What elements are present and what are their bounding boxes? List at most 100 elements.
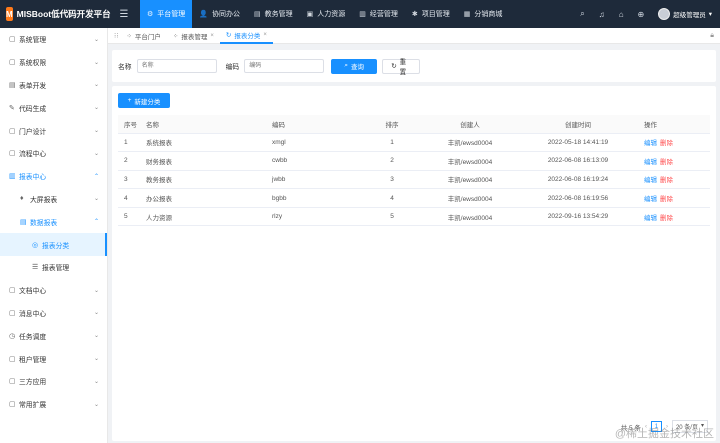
brand[interactable]: M MISBoot低代码开发平台 bbox=[0, 0, 111, 28]
top-nav-item[interactable]: ▦ 分销商城 bbox=[457, 0, 510, 28]
sidebar-item-label: 租户管理 bbox=[19, 356, 47, 364]
tab[interactable]: ⁘ 平台门户 bbox=[120, 28, 166, 44]
reset-label: 重置 bbox=[399, 59, 407, 76]
sidebar-item[interactable]: ✎ 代码生成 ⌄ bbox=[0, 96, 107, 119]
globe-icon[interactable]: ⊕ bbox=[638, 10, 645, 19]
top-nav-item[interactable]: ✱ 项目管理 bbox=[405, 0, 457, 28]
sidebar-item[interactable]: ▢ 常用扩展 ⌄ bbox=[0, 393, 107, 416]
cell-created-time: 2022-06-08 16:19:56 bbox=[518, 188, 638, 208]
sidebar-item-label: 报表中心 bbox=[19, 174, 47, 182]
sidebar-icon: ▤ bbox=[20, 218, 27, 226]
name-input[interactable] bbox=[136, 59, 217, 73]
sidebar: ▢ 系统管理 ⌄ ▢ 系统权限 ⌄ ▤ 表单开发 ⌄ ✎ 代码生成 ⌄ ▢ 门户设计 ⌄ ▢ 流程中心 ⌄ ▥ 报表中… bbox=[0, 28, 108, 443]
cell-actions: 编辑 删除 bbox=[638, 188, 710, 208]
nav-icon: ⚙ bbox=[147, 11, 154, 18]
sidebar-item-label: 三方应用 bbox=[19, 379, 47, 387]
cell-creator: 丰凯/ewsd0004 bbox=[422, 207, 518, 227]
top-nav-label: 经营管理 bbox=[369, 11, 398, 18]
new-category-button[interactable]: + 新建分类 bbox=[118, 93, 170, 108]
sidebar-icon: ◷ bbox=[9, 332, 16, 340]
close-icon[interactable]: × bbox=[263, 32, 267, 38]
sidebar-item-label: 文档中心 bbox=[19, 288, 47, 296]
delete-link[interactable]: 删除 bbox=[660, 196, 673, 203]
sidebar-item-label: 报表管理 bbox=[42, 265, 70, 273]
lock-icon[interactable]: ⌂ bbox=[619, 10, 624, 19]
col-index: 序号 bbox=[118, 115, 140, 134]
sidebar-item-label: 流程中心 bbox=[19, 151, 47, 159]
delete-link[interactable]: 删除 bbox=[660, 140, 673, 147]
edit-link[interactable]: 编辑 bbox=[644, 196, 657, 203]
sidebar-item[interactable]: ▢ 三方应用 ⌄ bbox=[0, 370, 107, 393]
sidebar-item[interactable]: ☰ 报表管理 bbox=[0, 256, 107, 279]
sidebar-icon: ♦ bbox=[20, 195, 24, 203]
reset-button[interactable]: ↻ 重置 bbox=[382, 58, 421, 76]
sidebar-item[interactable]: ▢ 流程中心 ⌄ bbox=[0, 142, 107, 165]
tab[interactable]: ↻ 报表分类 × bbox=[219, 28, 273, 44]
top-nav-item[interactable]: ⚙ 平台管理 bbox=[140, 0, 193, 28]
sidebar-icon: ▢ bbox=[9, 150, 16, 158]
refresh-icon: ↻ bbox=[225, 31, 232, 39]
menu-toggle-icon[interactable]: ☰ bbox=[108, 0, 140, 28]
sidebar-item[interactable]: ▢ 门户设计 ⌄ bbox=[0, 119, 107, 142]
tab[interactable]: ⁘ 报表管理 × bbox=[167, 28, 220, 44]
query-button[interactable]: ⌕ 查询 bbox=[331, 58, 378, 74]
cell-name: 财务报表 bbox=[140, 151, 266, 171]
code-input[interactable] bbox=[244, 59, 325, 73]
search-icon: ⌕ bbox=[344, 62, 348, 69]
delete-link[interactable]: 删除 bbox=[660, 177, 673, 184]
cell-index: 1 bbox=[118, 133, 140, 153]
search-icon[interactable]: ⌕ bbox=[580, 9, 584, 19]
top-nav-item[interactable]: ▤ 教务管理 bbox=[247, 0, 300, 28]
sidebar-item[interactable]: ▢ 消息中心 ⌄ bbox=[0, 302, 107, 325]
watermark: @稀土掘金技术社区 bbox=[614, 428, 714, 440]
cell-code: bgbb bbox=[266, 188, 362, 208]
user-menu[interactable]: 超级管理员 ▾ bbox=[658, 8, 712, 20]
chevron-down-icon: ⌄ bbox=[93, 150, 99, 157]
tabs: ⁘ 平台门户 ⁘ 报表管理 × ↻ 报表分类 × bbox=[120, 28, 273, 44]
tab-lock-icon[interactable]: 🔒︎ bbox=[710, 32, 714, 40]
chevron-down-icon: ⌄ bbox=[93, 287, 99, 294]
cell-name: 办公报表 bbox=[140, 188, 266, 208]
sidebar-item[interactable]: ▥ 报表中心 ⌃ bbox=[0, 165, 107, 188]
sidebar-icon: ▢ bbox=[9, 59, 16, 67]
chevron-down-icon: ⌄ bbox=[93, 310, 99, 317]
edit-link[interactable]: 编辑 bbox=[644, 159, 657, 166]
top-nav-label: 项目管理 bbox=[421, 11, 450, 18]
sidebar-item[interactable]: ▤ 表单开发 ⌄ bbox=[0, 74, 107, 97]
top-nav-item[interactable]: ▣ 人力资源 bbox=[300, 0, 353, 28]
top-nav-item[interactable]: 👤 协同办公 bbox=[192, 0, 247, 28]
chevron-down-icon: ⌄ bbox=[93, 105, 99, 112]
sidebar-item[interactable]: ▢ 租户管理 ⌄ bbox=[0, 347, 107, 370]
close-icon[interactable]: × bbox=[210, 33, 214, 39]
cell-name: 教务报表 bbox=[140, 170, 266, 190]
sidebar-item[interactable]: ▢ 系统管理 ⌄ bbox=[0, 28, 107, 51]
sidebar-item[interactable]: ▢ 系统权限 ⌄ bbox=[0, 51, 107, 74]
cell-code: rlzy bbox=[266, 207, 362, 227]
cell-creator: 丰凯/ewsd0004 bbox=[422, 170, 518, 190]
sidebar-item-label: 数据报表 bbox=[30, 219, 58, 227]
table-panel: + 新建分类 序号 名称 编码 排序 创建人 创建时间 操作 1 系统报表 xmgl… bbox=[112, 86, 716, 441]
user-name: 超级管理员 bbox=[673, 12, 706, 19]
grid-icon: ⁘ bbox=[172, 32, 179, 40]
sidebar-item[interactable]: ◎ 报表分类 bbox=[0, 233, 107, 256]
sidebar-item[interactable]: ▢ 文档中心 ⌄ bbox=[0, 279, 107, 302]
sidebar-item[interactable]: ▤ 数据报表 ⌃ bbox=[0, 210, 107, 233]
edit-link[interactable]: 编辑 bbox=[644, 177, 657, 184]
edit-link[interactable]: 编辑 bbox=[644, 140, 657, 147]
bell-icon[interactable]: ♫ bbox=[599, 10, 605, 19]
top-nav-item[interactable]: ▥ 经营管理 bbox=[352, 0, 405, 28]
cell-name: 人力资源 bbox=[140, 207, 266, 227]
plus-icon: + bbox=[127, 97, 132, 104]
delete-link[interactable]: 删除 bbox=[660, 215, 673, 222]
search-bar: 名称 编码 ⌕ 查询 ↻ 重置 bbox=[112, 50, 716, 82]
sidebar-icon: ▢ bbox=[9, 309, 16, 317]
name-label: 名称 bbox=[118, 64, 132, 71]
sidebar-icon: ◎ bbox=[32, 241, 39, 249]
new-category-label: 新建分类 bbox=[134, 98, 161, 106]
sidebar-item[interactable]: ◷ 任务调度 ⌄ bbox=[0, 324, 107, 347]
tabs-scroll-icon[interactable]: ⁝⁝ bbox=[114, 32, 118, 40]
edit-link[interactable]: 编辑 bbox=[644, 215, 657, 222]
delete-link[interactable]: 删除 bbox=[660, 159, 673, 166]
sidebar-item[interactable]: ♦ 大屏报表 ⌄ bbox=[0, 188, 107, 211]
cell-actions: 编辑 删除 bbox=[638, 207, 710, 227]
